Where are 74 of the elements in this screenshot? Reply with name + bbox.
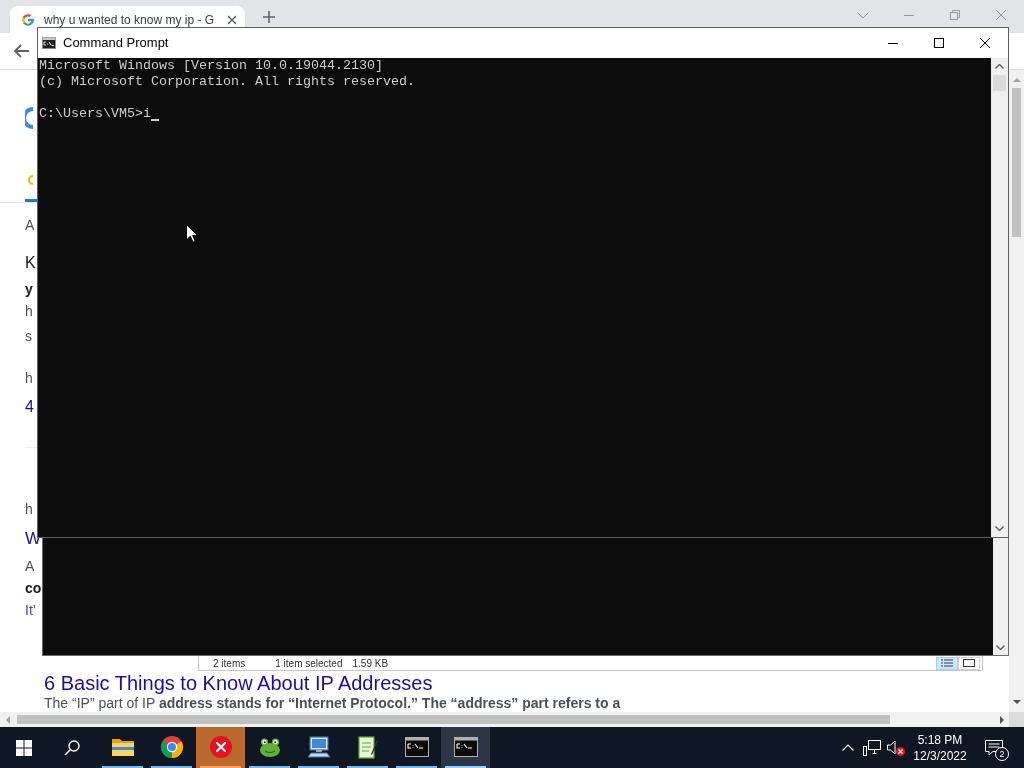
console-icon — [453, 736, 478, 757]
large-icons-view-icon — [963, 659, 975, 667]
console-icon — [404, 736, 429, 757]
computer-icon — [306, 735, 331, 758]
triangle-up-icon — [1012, 78, 1021, 82]
console-prompt: C:\Users\VM5> — [39, 106, 143, 122]
minimize-icon — [888, 42, 898, 44]
console-output-line: Microsoft Windows [Version 10.0.19044.2130] — [39, 58, 383, 74]
logo-arc-icon — [25, 107, 33, 129]
taskbar-app-button[interactable] — [441, 727, 490, 768]
title-fragment: K — [25, 253, 36, 273]
maximize-icon — [934, 38, 944, 48]
back-arrow-icon — [13, 43, 29, 59]
triangle-right-icon — [999, 715, 1004, 724]
console-output-line: (c) Microsoft Corporation. All rights reserved. — [39, 74, 415, 90]
console-scrollbar[interactable] — [991, 58, 1008, 537]
text-fragment: h — [25, 302, 33, 321]
text-cursor-icon — [151, 119, 159, 121]
chevron-down-icon — [995, 526, 1004, 531]
plus-icon — [263, 11, 275, 23]
notepad-icon — [357, 734, 378, 759]
network-icon — [863, 739, 881, 756]
favicon-icon — [21, 12, 35, 27]
x-circle-icon — [209, 735, 232, 758]
horizontal-scrollbar[interactable] — [0, 712, 1024, 727]
text-fragment: h — [25, 500, 33, 519]
bold-text-fragment: co — [25, 579, 42, 598]
folder-icon — [110, 736, 135, 757]
scrollbar-corner — [1009, 712, 1024, 727]
result-snippet: The “IP” part of IP address stands for “Internet Protocol.” The “address” part refers to a — [44, 694, 621, 712]
mouse-pointer-icon — [186, 224, 198, 243]
scrollbar-thumb[interactable] — [17, 715, 890, 724]
clock-time: 5:18 PM — [917, 731, 963, 748]
console-input[interactable]: i — [143, 106, 151, 122]
status-text: 1 item selected — [275, 656, 343, 671]
message-icon — [985, 739, 1003, 756]
chevron-down-icon — [996, 645, 1005, 650]
text-fragment: h — [25, 369, 33, 388]
chevron-up-icon — [842, 744, 854, 751]
link-fragment[interactable]: 4 — [25, 395, 34, 419]
details-view-icon — [941, 659, 953, 667]
triangle-left-icon — [5, 715, 10, 724]
arc-icon — [27, 175, 33, 185]
text-fragment: s — [25, 327, 32, 346]
view-button[interactable] — [958, 656, 980, 670]
windows-logo-icon — [16, 739, 32, 756]
chevron-down-icon — [857, 11, 869, 19]
status-text: 2 items — [213, 656, 246, 671]
restore-icon — [950, 10, 960, 20]
active-tab-indicator — [25, 199, 37, 202]
scrollbar-thumb[interactable] — [1012, 88, 1021, 237]
text-fragment: A — [25, 557, 35, 576]
status-text: 1.59 KB — [352, 656, 389, 671]
triangle-down-icon — [1012, 700, 1021, 704]
result-title-link[interactable]: 6 Basic Things to Know About IP Addresses — [44, 672, 433, 694]
close-icon — [227, 14, 237, 25]
notifications-button[interactable]: 2 — [972, 727, 1016, 768]
search-icon — [64, 739, 80, 756]
console-icon — [42, 37, 56, 49]
clock-button[interactable]: 5:18 PM 12/3/2022 — [908, 727, 972, 768]
close-icon — [980, 38, 990, 48]
chevron-up-icon — [995, 64, 1004, 69]
console-scrollbar[interactable] — [993, 538, 1008, 655]
frog-icon — [257, 735, 282, 758]
link-fragment[interactable]: It’ — [25, 599, 36, 621]
color-wheel-icon — [159, 734, 184, 759]
text-fragment: A — [25, 216, 35, 235]
close-icon — [996, 10, 1006, 20]
window-title: Command Prompt — [63, 34, 169, 53]
minimize-icon — [904, 14, 914, 16]
bold-text-fragment: y — [25, 280, 33, 299]
clock-date: 12/3/2022 — [913, 747, 967, 764]
vertical-scrollbar[interactable] — [1009, 70, 1024, 712]
notification-count: 2 — [995, 747, 1009, 761]
